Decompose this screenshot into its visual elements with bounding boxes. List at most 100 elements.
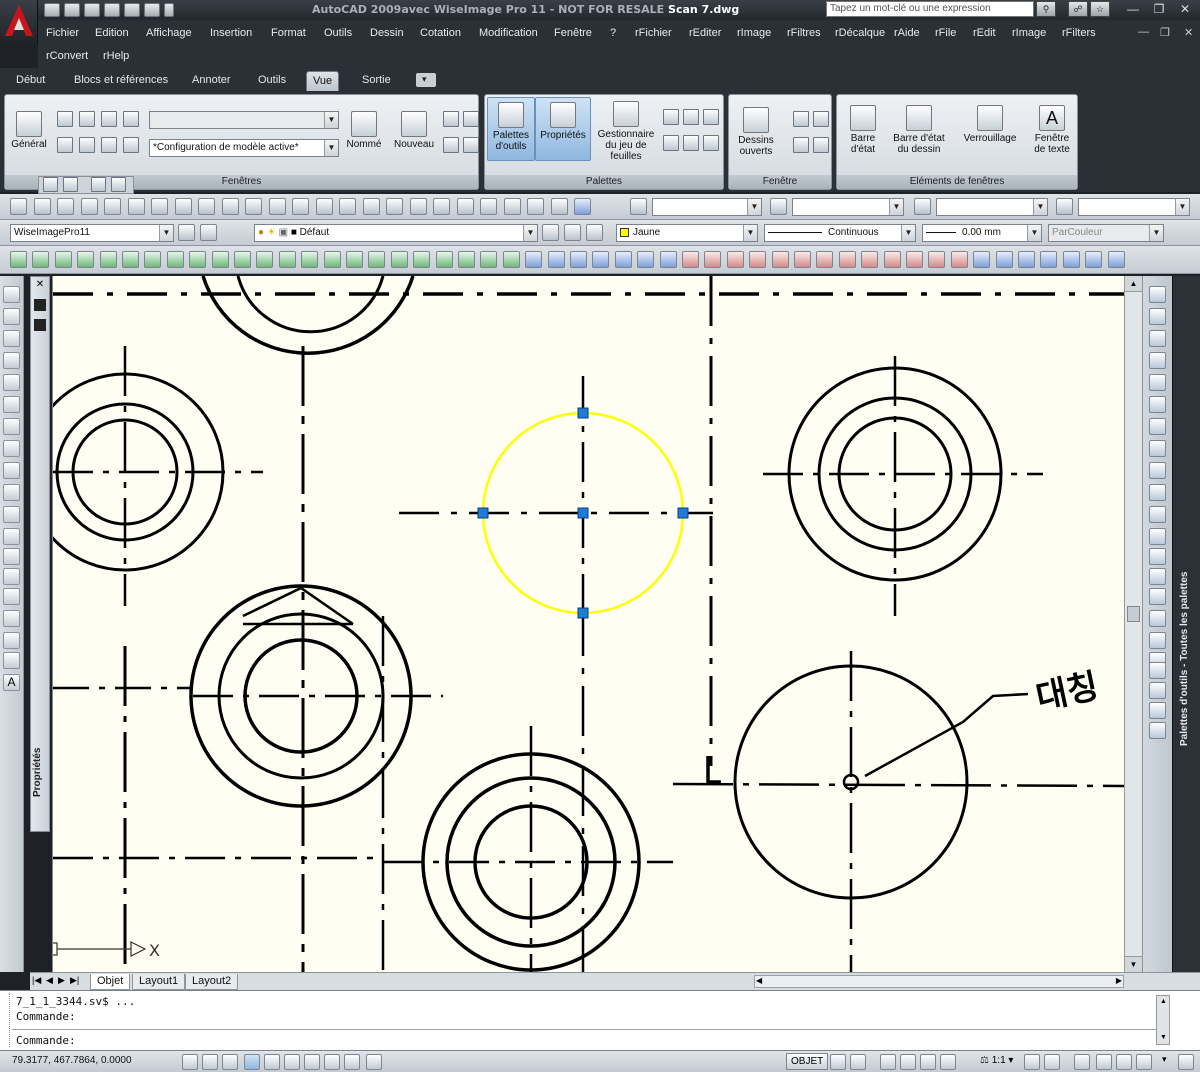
dim-style-combo[interactable]: ▼ [792, 198, 904, 216]
3d-dwf-icon[interactable] [151, 198, 168, 215]
wiseimage-tool-24-icon[interactable] [525, 251, 543, 268]
grip-quadrant-right[interactable] [677, 507, 689, 519]
horizontal-scrollbar[interactable]: ◀ ▶ [754, 975, 1124, 988]
pan-icon[interactable] [880, 1054, 896, 1070]
wiseimage-tool-39-icon[interactable] [861, 251, 879, 268]
dyn-icon[interactable] [324, 1054, 340, 1070]
wiseimage-tool-48-icon[interactable] [1062, 251, 1080, 268]
general-button[interactable]: Général [9, 111, 49, 150]
status-menu-icon[interactable] [1116, 1054, 1132, 1070]
zoom-previous-icon[interactable] [409, 198, 427, 215]
layout-icon-1[interactable] [830, 1054, 846, 1070]
menu-help[interactable]: ? [610, 27, 616, 39]
break-at-point-icon[interactable] [1149, 528, 1166, 545]
search-input[interactable]: Tapez un mot-clé ou une expression [826, 1, 1034, 17]
tab-annoter[interactable]: Annoter [186, 71, 237, 91]
design-center-icon[interactable] [663, 109, 679, 125]
view-front-icon[interactable] [79, 111, 95, 127]
tab-objet[interactable]: Objet [90, 974, 131, 990]
scroll-right-icon[interactable]: ▶ [1116, 976, 1122, 985]
wiseimage-tool-30-icon[interactable] [659, 251, 677, 268]
view-iso-ne-icon[interactable] [101, 137, 117, 153]
menu-rfichier[interactable]: rFichier [635, 27, 672, 39]
zoom-icon[interactable] [900, 1054, 916, 1070]
menu-redit[interactable]: rEdit [973, 27, 996, 39]
tile-vertical-icon[interactable] [813, 111, 829, 127]
minimize-icon[interactable]: — [1122, 2, 1144, 17]
wiseimage-tool-23-icon[interactable] [502, 251, 520, 268]
wiseimage-tool-25-icon[interactable] [547, 251, 565, 268]
view-iso-nw-icon[interactable] [123, 137, 139, 153]
command-grip[interactable] [2, 993, 10, 1047]
tile-horizontal-icon[interactable] [793, 111, 809, 127]
favorites-star-icon[interactable]: ☆ [1090, 1, 1110, 17]
properties-icon[interactable] [433, 198, 450, 215]
wiseimage-tool-15-icon[interactable] [323, 251, 341, 268]
auto-scale-icon[interactable] [1044, 1054, 1060, 1070]
rotate-icon[interactable] [1149, 418, 1166, 435]
scroll-down-icon[interactable]: ▼ [1160, 1034, 1167, 1041]
send-back-icon[interactable] [1149, 682, 1166, 699]
external-refs-icon[interactable] [683, 135, 699, 151]
doc-close-icon[interactable]: ✕ [1184, 26, 1193, 39]
tab-debut[interactable]: Début [10, 71, 51, 91]
wiseimage-tool-1-icon[interactable] [10, 251, 27, 268]
scale-icon[interactable] [1149, 440, 1166, 457]
circle-icon[interactable] [3, 418, 20, 435]
wiseimage-tool-5-icon[interactable] [99, 251, 117, 268]
wiseimage-tool-18-icon[interactable] [390, 251, 408, 268]
polar-icon[interactable] [244, 1054, 260, 1070]
redo-icon[interactable] [144, 3, 160, 17]
erase-icon[interactable] [1149, 286, 1166, 303]
arc-icon[interactable] [3, 396, 20, 413]
viewport-join-icon[interactable] [443, 111, 459, 127]
dbconnect-icon[interactable] [703, 109, 719, 125]
wiseimage-tool-6-icon[interactable] [122, 251, 139, 268]
mtext-icon[interactable]: A [3, 674, 20, 691]
wiseimage-tool-21-icon[interactable] [458, 251, 475, 268]
table-style-combo[interactable]: ▼ [936, 198, 1048, 216]
menu-fenetre[interactable]: Fenêtre [554, 27, 592, 39]
steeringwheel-icon[interactable] [920, 1054, 936, 1070]
wiseimage-tool-41-icon[interactable] [906, 251, 923, 268]
viewport-single-icon[interactable] [443, 137, 459, 153]
verrouillage-button[interactable]: Verrouillage [955, 105, 1025, 144]
zoom-window-icon[interactable] [386, 198, 403, 215]
tool-palettes-strip[interactable]: Palettes d'outils - Toutes les palettes [1172, 276, 1200, 972]
wiseimage-tool-38-icon[interactable] [838, 251, 856, 268]
scroll-left-icon[interactable]: ◀ [756, 976, 762, 985]
redo-icon[interactable] [315, 198, 333, 215]
offset-icon[interactable] [1149, 352, 1166, 369]
view-right-icon[interactable] [123, 111, 139, 127]
otrack-icon[interactable] [284, 1054, 300, 1070]
close-icon[interactable]: ✕ [33, 279, 47, 291]
point-icon[interactable] [3, 568, 20, 585]
grip-center[interactable] [577, 507, 589, 519]
move-icon[interactable] [1149, 396, 1166, 413]
proprietes-button[interactable]: Propriétés [535, 97, 591, 161]
wiseimage-tool-36-icon[interactable] [794, 251, 811, 268]
join-icon[interactable] [1149, 568, 1166, 585]
ortho-icon[interactable] [222, 1054, 238, 1070]
below-object-icon[interactable] [1149, 722, 1166, 739]
save-icon[interactable] [84, 3, 100, 17]
qp-icon[interactable] [366, 1054, 382, 1070]
wiseimage-tool-31-icon[interactable] [682, 251, 699, 268]
workspace-combo[interactable]: WiseImagePro11 ▼ [10, 224, 174, 242]
wiseimage-tool-43-icon[interactable] [950, 251, 968, 268]
wiseimage-tool-7-icon[interactable] [144, 251, 162, 268]
barre-etat-button[interactable]: Barre d'état [841, 105, 885, 155]
quickcalc-icon[interactable] [550, 198, 568, 215]
workspace-settings-icon[interactable] [178, 224, 195, 241]
workspace-switch-icon[interactable] [1074, 1054, 1090, 1070]
sheet-set-icon[interactable] [503, 198, 521, 215]
nouveau-button[interactable]: Nouveau [391, 111, 437, 150]
menu-modification[interactable]: Modification [479, 27, 538, 39]
wise-icon-1[interactable] [43, 177, 58, 192]
paste-icon[interactable] [221, 198, 239, 215]
open-icon[interactable] [33, 198, 51, 215]
chamfer-icon[interactable] [1149, 588, 1166, 605]
wiseimage-tool-37-icon[interactable] [816, 251, 834, 268]
new-icon[interactable] [44, 3, 60, 17]
wiseimage-tool-13-icon[interactable] [278, 251, 296, 268]
